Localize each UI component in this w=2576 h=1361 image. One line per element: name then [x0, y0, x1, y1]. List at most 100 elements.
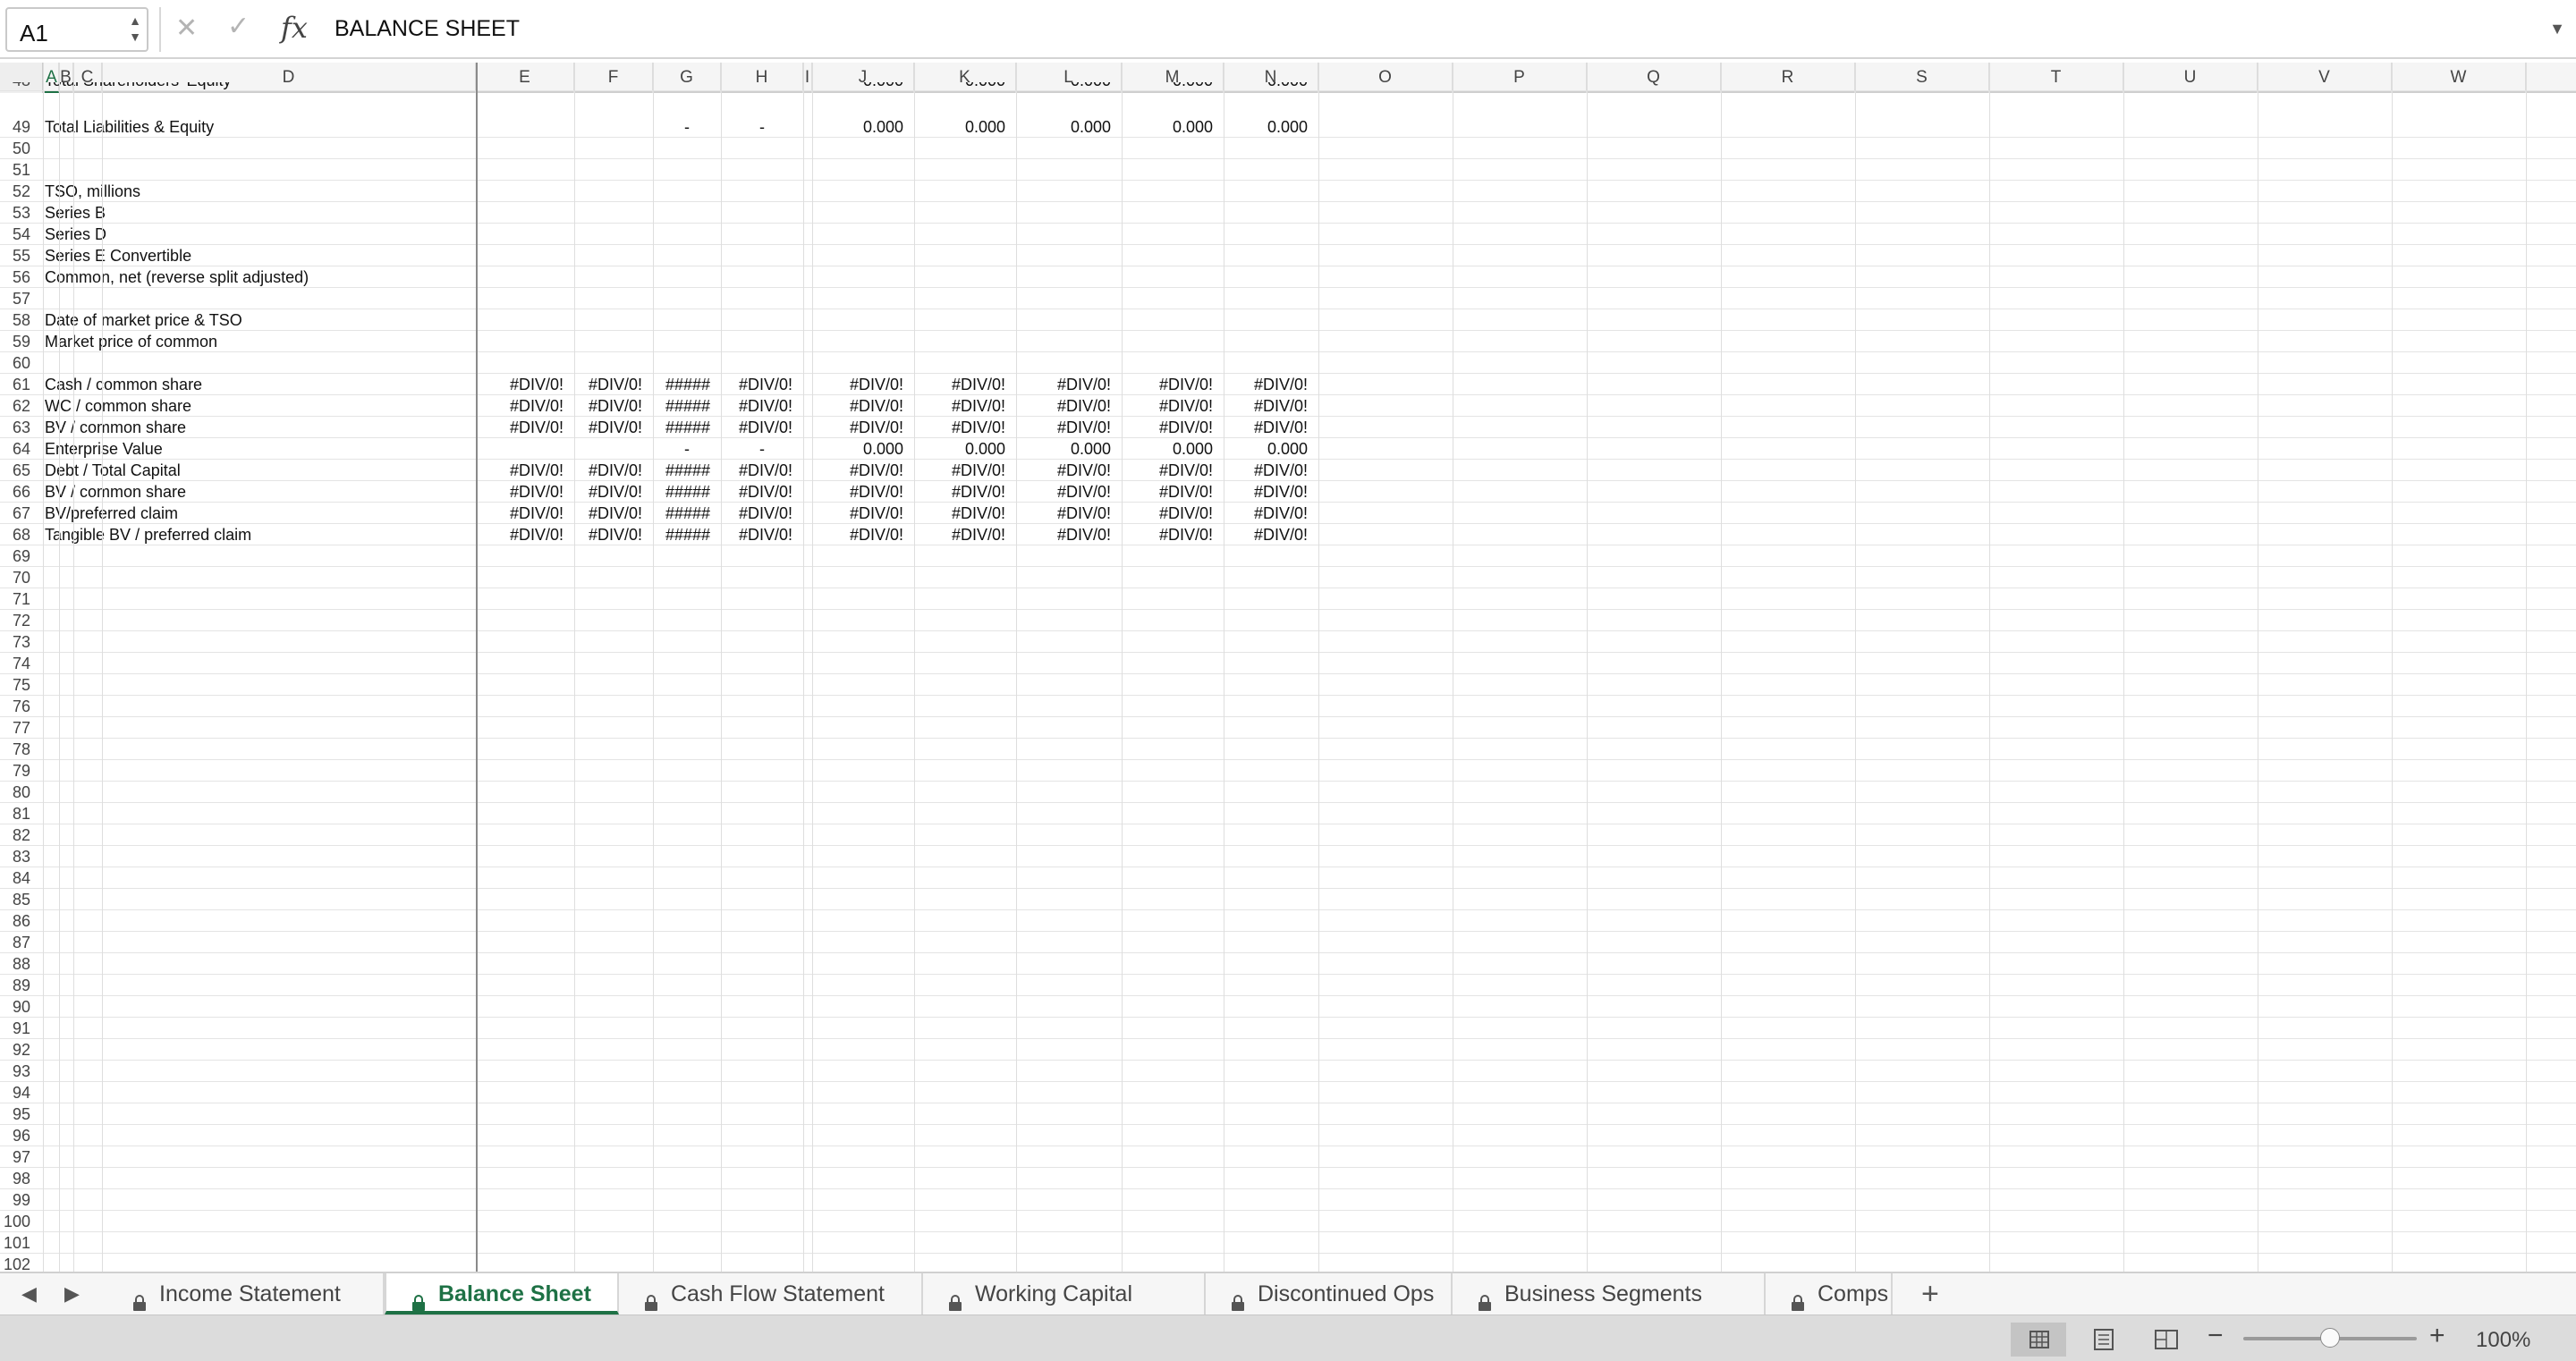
confirm-check-icon[interactable]: ✓ [227, 11, 250, 42]
cell-h68[interactable]: #DIV/0! [721, 524, 803, 545]
cell-m68[interactable]: #DIV/0! [1122, 524, 1224, 545]
cell-m66[interactable]: #DIV/0! [1122, 481, 1224, 503]
sheet-tab-income-statement[interactable]: Income Statement [107, 1273, 385, 1315]
row-header[interactable]: 95 [0, 1103, 36, 1125]
cell-k66[interactable]: #DIV/0! [914, 481, 1016, 503]
sheet-tab-business-segments[interactable]: Business Segments [1453, 1273, 1766, 1315]
row-label-cell[interactable] [45, 159, 474, 181]
cell-k49[interactable]: 0.000 [914, 116, 1016, 138]
cell-n63[interactable]: #DIV/0! [1224, 417, 1318, 438]
cell-k64[interactable]: 0.000 [914, 438, 1016, 460]
row-header[interactable]: 97 [0, 1146, 36, 1168]
row-label-cell[interactable]: BV / common share [45, 417, 474, 438]
row-header[interactable]: 89 [0, 975, 36, 996]
cell-h63[interactable]: #DIV/0! [721, 417, 803, 438]
cell-n68[interactable]: #DIV/0! [1224, 524, 1318, 545]
cell-h66[interactable]: #DIV/0! [721, 481, 803, 503]
zoom-out-button[interactable]: − [2207, 1321, 2224, 1351]
row-header[interactable]: 75 [0, 674, 36, 696]
row-header[interactable]: 66 [0, 481, 36, 503]
cell-j64[interactable]: 0.000 [812, 438, 914, 460]
row-header[interactable]: 84 [0, 867, 36, 889]
cell-n67[interactable]: #DIV/0! [1224, 503, 1318, 524]
cell-l64[interactable]: 0.000 [1016, 438, 1122, 460]
row-header[interactable]: 85 [0, 889, 36, 910]
cell-l65[interactable]: #DIV/0! [1016, 460, 1122, 481]
zoom-slider-thumb[interactable] [2320, 1328, 2340, 1348]
row-header[interactable]: 56 [0, 266, 36, 288]
cell-g62[interactable]: ##### [653, 395, 721, 417]
cell-k68[interactable]: #DIV/0! [914, 524, 1016, 545]
row-label-cell[interactable]: TSO, millions [45, 181, 474, 202]
row-header[interactable]: 54 [0, 224, 36, 245]
row-header[interactable]: 52 [0, 181, 36, 202]
row-header[interactable]: 50 [0, 138, 36, 159]
cell-g65[interactable]: ##### [653, 460, 721, 481]
row-header[interactable]: 59 [0, 331, 36, 352]
row-header[interactable]: 68 [0, 524, 36, 545]
cell-l68[interactable]: #DIV/0! [1016, 524, 1122, 545]
row-header[interactable]: 91 [0, 1018, 36, 1039]
name-box[interactable]: A1 ▲ ▼ [5, 7, 148, 52]
row-header[interactable]: 76 [0, 696, 36, 717]
cell-e61[interactable]: #DIV/0! [476, 374, 574, 395]
row-header[interactable]: 55 [0, 245, 36, 266]
cell-m64[interactable]: 0.000 [1122, 438, 1224, 460]
cell-l48[interactable]: 0.000 [1016, 82, 1122, 90]
cell-e48[interactable] [476, 82, 574, 90]
row-header[interactable]: 51 [0, 159, 36, 181]
row-header[interactable]: 86 [0, 910, 36, 932]
row-header[interactable]: 92 [0, 1039, 36, 1061]
chevron-down-icon[interactable]: ▼ [2549, 20, 2565, 38]
cell-h48[interactable] [721, 82, 803, 90]
cell-e66[interactable]: #DIV/0! [476, 481, 574, 503]
cell-n66[interactable]: #DIV/0! [1224, 481, 1318, 503]
cell-j49[interactable]: 0.000 [812, 116, 914, 138]
cell-f65[interactable]: #DIV/0! [574, 460, 653, 481]
cell-m48[interactable]: 0.000 [1122, 82, 1224, 90]
sheet-tab-discontinued-ops[interactable]: Discontinued Ops [1206, 1273, 1453, 1315]
cell-m67[interactable]: #DIV/0! [1122, 503, 1224, 524]
row-header[interactable]: 69 [0, 545, 36, 567]
cell-e65[interactable]: #DIV/0! [476, 460, 574, 481]
cell-n48[interactable]: 0.000 [1224, 82, 1318, 90]
tab-scroll-left-icon[interactable]: ◀ [21, 1282, 37, 1306]
cell-e63[interactable]: #DIV/0! [476, 417, 574, 438]
cell-l67[interactable]: #DIV/0! [1016, 503, 1122, 524]
cell-j48[interactable]: 0.000 [812, 82, 914, 90]
cell-h64[interactable]: - [721, 438, 803, 460]
cell-g68[interactable]: ##### [653, 524, 721, 545]
row-header[interactable]: 82 [0, 824, 36, 846]
zoom-in-button[interactable]: + [2429, 1321, 2445, 1351]
cell-f66[interactable]: #DIV/0! [574, 481, 653, 503]
cell-l62[interactable]: #DIV/0! [1016, 395, 1122, 417]
row-label-cell[interactable]: Tangible BV / preferred claim [45, 524, 474, 545]
cell-n64[interactable]: 0.000 [1224, 438, 1318, 460]
cell-m49[interactable]: 0.000 [1122, 116, 1224, 138]
fx-icon[interactable]: fx [281, 11, 308, 45]
row-header[interactable]: 90 [0, 996, 36, 1018]
cell-j63[interactable]: #DIV/0! [812, 417, 914, 438]
cell-m63[interactable]: #DIV/0! [1122, 417, 1224, 438]
cell-g49[interactable]: - [653, 116, 721, 138]
row-header[interactable]: 58 [0, 309, 36, 331]
cell-h49[interactable]: - [721, 116, 803, 138]
row-label-cell[interactable]: Debt / Total Capital [45, 460, 474, 481]
cell-n61[interactable]: #DIV/0! [1224, 374, 1318, 395]
row-label-cell[interactable] [45, 288, 474, 309]
row-label-cell[interactable] [45, 352, 474, 374]
cell-g67[interactable]: ##### [653, 503, 721, 524]
cell-k67[interactable]: #DIV/0! [914, 503, 1016, 524]
cell-l63[interactable]: #DIV/0! [1016, 417, 1122, 438]
cell-l66[interactable]: #DIV/0! [1016, 481, 1122, 503]
cell-h62[interactable]: #DIV/0! [721, 395, 803, 417]
row-header[interactable]: 88 [0, 953, 36, 975]
row-header[interactable]: 81 [0, 803, 36, 824]
cell-g61[interactable]: ##### [653, 374, 721, 395]
row-header[interactable]: 53 [0, 202, 36, 224]
row-label-cell[interactable]: Series B [45, 202, 474, 224]
cell-j67[interactable]: #DIV/0! [812, 503, 914, 524]
cell-e64[interactable] [476, 438, 574, 460]
add-sheet-button[interactable]: + [1921, 1277, 1939, 1312]
cell-h67[interactable]: #DIV/0! [721, 503, 803, 524]
